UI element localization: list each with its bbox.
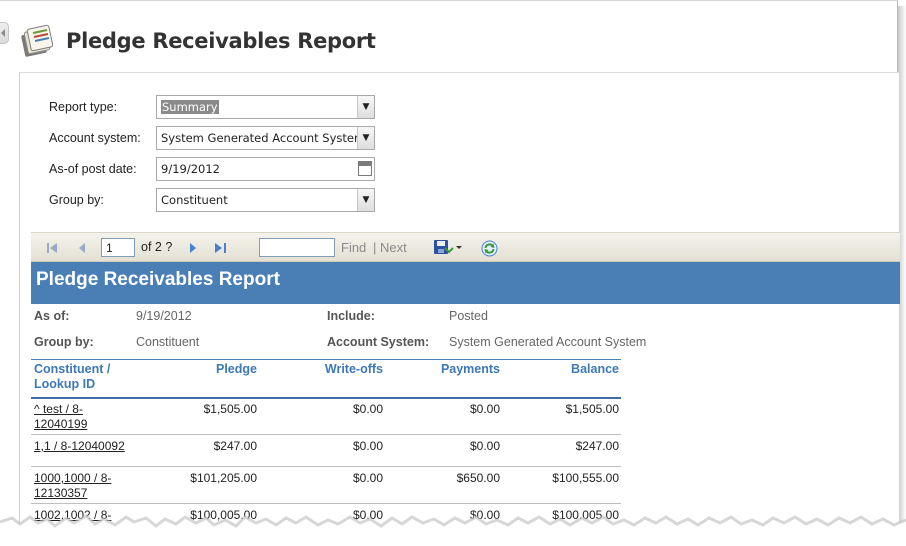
torn-edge-decoration (0, 514, 906, 546)
column-header-constituent-line1: Constituent / (34, 362, 111, 376)
balance-cell: $1,505.00 (565, 402, 619, 416)
page-count-text: of 2 ? (141, 240, 173, 254)
chevron-down-icon[interactable]: ▼ (357, 189, 374, 211)
column-header-constituent-line2: Lookup ID (34, 377, 96, 391)
payments-cell: $0.00 (469, 439, 500, 453)
account-system-row: Account system: (49, 126, 157, 150)
pledge-cell: $101,205.00 (190, 471, 257, 485)
payments-cell: $0.00 (469, 402, 500, 416)
report-content: Report type: Summary ▼ Account system: S… (19, 72, 900, 537)
group-by-row: Group by: (49, 188, 157, 212)
constituent-link[interactable]: ^ test / 8- 12040199 (34, 402, 144, 432)
chevron-down-icon[interactable]: ▼ (357, 96, 374, 118)
post-date-value: 9/19/2012 (161, 162, 220, 176)
include-label: Include: (327, 309, 375, 323)
table-row: 1000,1000 / 8- 12130357 $101,205.00 $0.0… (31, 468, 621, 504)
table-row: ^ test / 8- 12040199 $1,505.00 $0.00 $0.… (31, 399, 621, 435)
page-number-value: 1 (106, 240, 113, 255)
collapse-arrow-icon (1, 29, 5, 37)
post-date-row: As-of post date: (49, 157, 157, 181)
account-system-select[interactable]: System Generated Account System ▼ (156, 126, 375, 150)
writeoffs-cell: $0.00 (352, 471, 383, 485)
report-type-row: Report type: (49, 95, 157, 119)
last-page-icon[interactable] (213, 241, 229, 255)
account-system-value: System Generated Account System (161, 131, 366, 145)
constituent-name-line1: 1,1 / 8-12040092 (34, 439, 125, 453)
group-by-select[interactable]: Constituent ▼ (156, 188, 375, 212)
column-header-writeoffs[interactable]: Write-offs (281, 362, 383, 377)
account-system-label: Account system: (49, 131, 141, 145)
constituent-link[interactable]: 1000,1000 / 8- 12130357 (34, 471, 144, 501)
constituent-name-line1: 1000,1000 / 8- (34, 471, 112, 485)
page-title: Pledge Receivables Report (66, 29, 376, 53)
collapse-panel-handle[interactable] (0, 22, 9, 44)
constituent-name-line1: ^ test / 8- (34, 402, 83, 416)
table-header-top-rule (31, 359, 621, 360)
include-value: Posted (449, 309, 488, 323)
constituent-name-line2: 12130357 (34, 486, 88, 500)
find-next-link[interactable]: Next (380, 240, 407, 255)
group-by-info-value: Constituent (136, 335, 200, 349)
account-system-info-value: System Generated Account System (449, 335, 647, 349)
page-header: Pledge Receivables Report (20, 18, 376, 64)
post-date-field[interactable]: 9/19/2012 (156, 157, 375, 181)
constituent-link[interactable]: 1,1 / 8-12040092 (34, 439, 144, 454)
table-row: 1,1 / 8-12040092 $247.00 $0.00 $0.00 $24… (31, 436, 621, 467)
report-viewer-toolbar: 1 of 2 ? Find | Next (31, 232, 900, 262)
as-of-value: 9/19/2012 (136, 309, 192, 323)
previous-page-icon[interactable] (77, 241, 87, 255)
group-by-label: Group by: (49, 193, 104, 207)
refresh-icon[interactable] (480, 239, 498, 257)
as-of-label: As of: (34, 309, 70, 323)
writeoffs-cell: $0.00 (352, 439, 383, 453)
report-type-select[interactable]: Summary ▼ (156, 95, 375, 119)
column-header-balance[interactable]: Balance (519, 362, 619, 377)
account-system-info-label: Account System: (327, 335, 430, 349)
report-title-banner: Pledge Receivables Report (31, 262, 900, 304)
report-book-icon (20, 23, 56, 59)
balance-cell: $100,555.00 (552, 471, 619, 485)
next-page-icon[interactable] (188, 241, 198, 255)
payments-cell: $650.00 (456, 471, 500, 485)
toolbar-separator: | (373, 240, 377, 255)
report-title: Pledge Receivables Report (36, 269, 280, 290)
first-page-icon[interactable] (45, 241, 59, 255)
group-by-info-label: Group by: (34, 335, 94, 349)
find-text-input[interactable] (259, 238, 335, 257)
export-icon[interactable] (433, 239, 463, 255)
pledge-cell: $247.00 (213, 439, 257, 453)
column-header-constituent[interactable]: Constituent / Lookup ID (34, 362, 144, 392)
chevron-down-icon[interactable]: ▼ (357, 127, 374, 149)
report-type-label: Report type: (49, 100, 118, 114)
page-number-input[interactable]: 1 (101, 238, 135, 257)
pledge-cell: $1,505.00 (203, 402, 257, 416)
find-link[interactable]: Find (341, 240, 366, 255)
constituent-name-line2: 12040199 (34, 417, 88, 431)
writeoffs-cell: $0.00 (352, 402, 383, 416)
group-by-value: Constituent (161, 193, 228, 207)
post-date-label: As-of post date: (49, 162, 137, 176)
report-type-value: Summary (161, 100, 219, 114)
column-header-payments[interactable]: Payments (401, 362, 500, 377)
calendar-icon[interactable] (358, 161, 372, 176)
column-header-pledge[interactable]: Pledge (161, 362, 257, 377)
balance-cell: $247.00 (575, 439, 619, 453)
